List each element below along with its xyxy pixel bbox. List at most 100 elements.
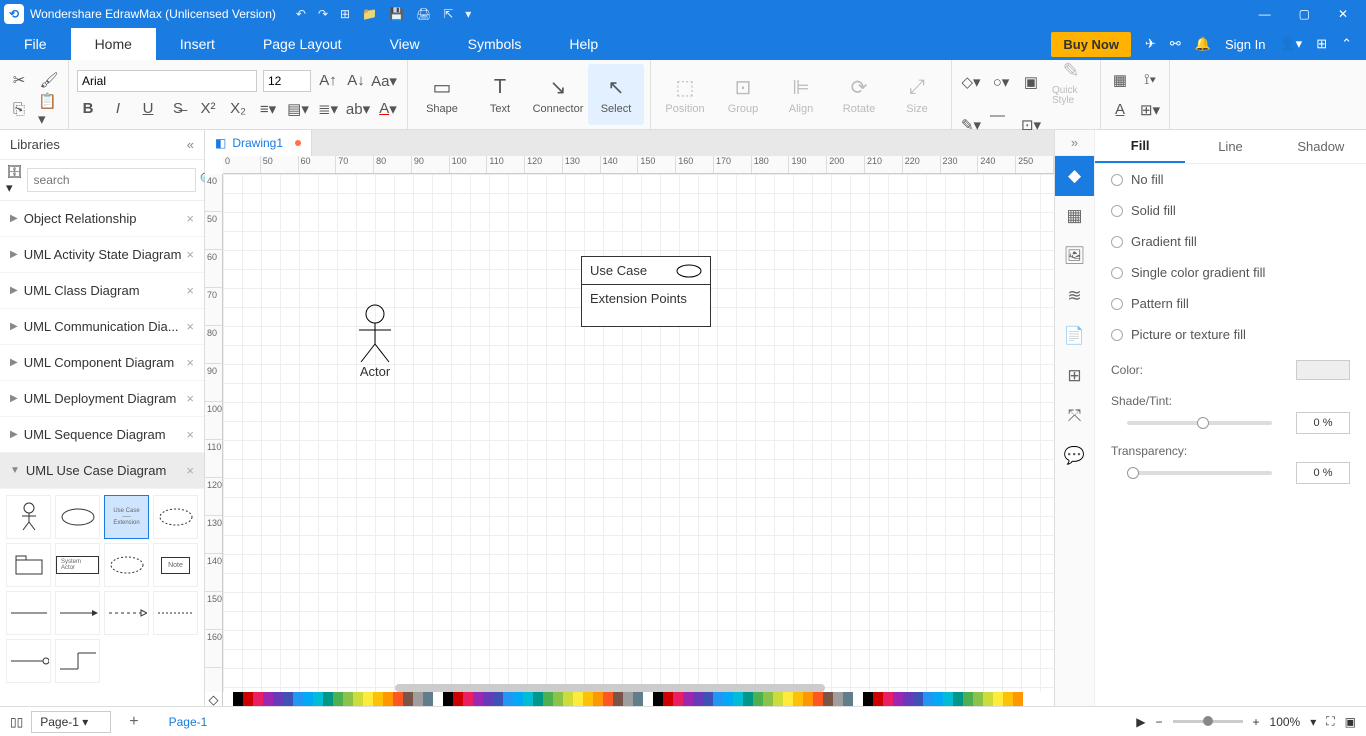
font-color-icon[interactable]: A▾ <box>377 98 399 120</box>
shrink-font-icon[interactable]: A↓ <box>345 70 367 92</box>
color-palette-bar[interactable]: ◇ <box>205 692 1054 706</box>
color-swatch-item[interactable] <box>533 692 543 706</box>
zoom-level[interactable]: 100% <box>1270 715 1301 729</box>
close-button[interactable]: ✕ <box>1332 7 1354 21</box>
library-picker-icon[interactable]: 🗄▾ <box>6 164 23 196</box>
zoom-out-button[interactable]: − <box>1155 715 1162 729</box>
size-button[interactable]: ⤢Size <box>889 64 945 125</box>
color-swatch-item[interactable] <box>263 692 273 706</box>
color-swatch-item[interactable] <box>713 692 723 706</box>
color-swatch-item[interactable] <box>983 692 993 706</box>
superscript-icon[interactable]: X² <box>197 98 219 120</box>
text-direction-icon[interactable]: ab▾ <box>347 98 369 120</box>
color-swatch-item[interactable] <box>893 692 903 706</box>
shape-line1[interactable] <box>6 591 51 635</box>
color-swatch-item[interactable] <box>503 692 513 706</box>
shape-line5[interactable] <box>6 639 51 683</box>
color-swatch-item[interactable] <box>353 692 363 706</box>
color-swatch-item[interactable] <box>783 692 793 706</box>
grow-font-icon[interactable]: A↑ <box>317 70 339 92</box>
close-library-icon[interactable]: × <box>186 427 194 442</box>
bold-icon[interactable]: B <box>77 98 99 120</box>
color-swatch-item[interactable] <box>773 692 783 706</box>
transparency-value[interactable]: 0 % <box>1296 462 1350 484</box>
shape-line4[interactable] <box>153 591 198 635</box>
transparency-slider[interactable] <box>1127 471 1272 475</box>
color-swatch-item[interactable] <box>433 692 443 706</box>
color-swatch-item[interactable] <box>743 692 753 706</box>
shape-line6[interactable] <box>55 639 100 683</box>
library-item[interactable]: ▶UML Sequence Diagram× <box>0 417 204 453</box>
close-library-icon[interactable]: × <box>186 391 194 406</box>
component-panel-icon[interactable]: ⊞ <box>1055 356 1094 396</box>
color-swatch-item[interactable] <box>403 692 413 706</box>
sign-in-link[interactable]: Sign In <box>1225 37 1265 52</box>
color-swatch-item[interactable] <box>633 692 643 706</box>
color-swatch-item[interactable] <box>463 692 473 706</box>
color-swatch-item[interactable] <box>603 692 613 706</box>
redo-icon[interactable]: ↷ <box>318 7 328 21</box>
color-swatch-item[interactable] <box>703 692 713 706</box>
color-swatch-item[interactable] <box>543 692 553 706</box>
quick-style-button[interactable]: ✎Quick Style <box>1050 54 1092 110</box>
close-library-icon[interactable]: × <box>186 211 194 226</box>
shape-package[interactable] <box>6 543 51 587</box>
color-swatch-item[interactable] <box>993 692 1003 706</box>
tab-page-layout[interactable]: Page Layout <box>239 28 366 60</box>
color-swatch-item[interactable] <box>553 692 563 706</box>
collapse-ribbon-icon[interactable]: ⌃ <box>1341 36 1352 52</box>
color-swatch-item[interactable] <box>373 692 383 706</box>
color-swatch-item[interactable] <box>673 692 683 706</box>
cut-icon[interactable]: ✂ <box>8 69 30 91</box>
close-library-icon[interactable]: × <box>186 283 194 298</box>
color-swatch-item[interactable] <box>523 692 533 706</box>
library-item[interactable]: ▶UML Activity State Diagram× <box>0 237 204 273</box>
color-swatch-item[interactable] <box>253 692 263 706</box>
user-icon[interactable]: 👤▾ <box>1279 36 1302 52</box>
align-button[interactable]: ⊫Align <box>773 64 829 125</box>
fill-option[interactable]: Gradient fill <box>1095 226 1366 257</box>
color-swatch-item[interactable] <box>923 692 933 706</box>
fill-color-icon[interactable]: ◇▾ <box>960 71 982 93</box>
color-swatch-item[interactable] <box>1013 692 1023 706</box>
color-swatch-item[interactable] <box>753 692 763 706</box>
expand-panel-icon[interactable]: » <box>1055 130 1094 156</box>
color-swatch-item[interactable] <box>643 692 653 706</box>
color-swatch-item[interactable] <box>853 692 863 706</box>
color-swatch-item[interactable] <box>793 692 803 706</box>
comment-panel-icon[interactable]: 💬 <box>1055 436 1094 476</box>
color-swatch-item[interactable] <box>423 692 433 706</box>
format-painter-icon[interactable]: 🖌 <box>38 69 60 91</box>
fill-option[interactable]: No fill <box>1095 164 1366 195</box>
color-swatch-item[interactable] <box>573 692 583 706</box>
layers-icon[interactable]: ⊞▾ <box>1139 99 1161 121</box>
image-panel-icon[interactable]: 🖼 <box>1055 236 1094 276</box>
shape-tool[interactable]: ▭Shape <box>414 64 470 125</box>
share-icon[interactable]: ⚯ <box>1170 36 1181 52</box>
protect-icon[interactable]: ▦ <box>1109 69 1131 91</box>
new-icon[interactable]: ⊞ <box>340 7 350 21</box>
fit-page-icon[interactable]: ⛶ <box>1326 714 1334 729</box>
shape-note[interactable]: Note <box>153 543 198 587</box>
library-item-expanded[interactable]: ▼UML Use Case Diagram× <box>0 453 204 489</box>
paste-icon[interactable]: 📋▾ <box>38 99 60 121</box>
highlight-icon[interactable]: A̲ <box>1109 99 1131 121</box>
color-swatch[interactable] <box>1296 360 1350 380</box>
color-swatch-item[interactable] <box>613 692 623 706</box>
close-library-icon[interactable]: × <box>186 355 194 370</box>
tab-line[interactable]: Line <box>1185 130 1275 163</box>
open-icon[interactable]: 📁 <box>362 7 377 21</box>
crop-icon[interactable]: ⟟▾ <box>1139 69 1161 91</box>
save-icon[interactable]: 💾 <box>389 7 404 21</box>
color-swatch-item[interactable] <box>283 692 293 706</box>
color-swatch-item[interactable] <box>583 692 593 706</box>
color-swatch-item[interactable] <box>883 692 893 706</box>
zoom-slider[interactable] <box>1173 720 1243 723</box>
fill-option[interactable]: Pattern fill <box>1095 288 1366 319</box>
font-name-select[interactable] <box>77 70 257 92</box>
send-icon[interactable]: ✈ <box>1145 36 1156 52</box>
color-swatch-item[interactable] <box>303 692 313 706</box>
shade-slider[interactable] <box>1127 421 1272 425</box>
color-swatch-item[interactable] <box>273 692 283 706</box>
shadow-icon[interactable]: ▣ <box>1020 71 1042 93</box>
